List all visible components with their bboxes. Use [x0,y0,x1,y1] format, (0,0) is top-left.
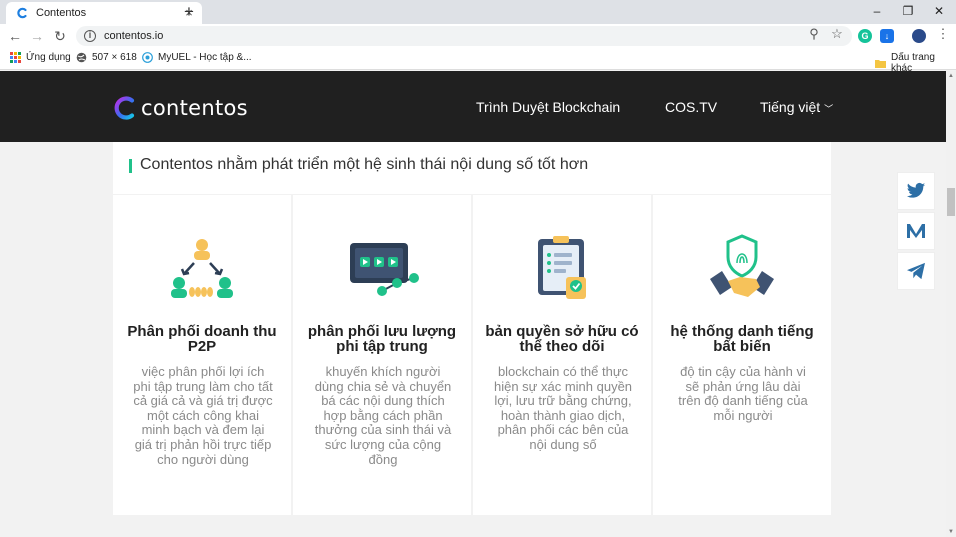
menu-kebab-icon[interactable]: ⋮ [935,27,951,41]
nav-costv[interactable]: COS.TV [665,99,717,115]
minimize-icon[interactable]: – [864,2,890,20]
bookmark-label: Ứng dụng [26,52,71,63]
card-description: độ tin cậy của hành vi sẽ phản ứng lâu d… [678,364,808,423]
address-bar[interactable]: i contentos.io [76,26,852,46]
contentos-logo-icon [114,96,135,120]
card-description: blockchain có thể thực hiện sự xác minh … [493,364,633,452]
nav-blockchain-browser[interactable]: Trình Duyệt Blockchain [476,99,620,115]
zoom-icon[interactable]: ⚲ [806,27,822,41]
reputation-handshake-icon [710,234,774,297]
bookmarks-bar: Ứng dụng 507 × 618 MyUEL - Học tập &... … [0,48,956,74]
bookmark-label: MyUEL - Học tập &... [158,52,252,63]
browser-toolbar: ← → ↻ i contentos.io ⚲ ☆ G ↓ ⋮ [0,24,956,48]
accent-bar [129,159,132,173]
contentos-favicon-icon [16,7,28,19]
back-icon[interactable]: ← [6,27,24,45]
site-header: contentos Trình Duyệt Blockchain COS.TV … [0,71,946,142]
close-window-icon[interactable]: ✕ [926,2,952,20]
page-scrollbar[interactable]: ▲ ▼ [946,71,956,537]
traffic-distribution-icon [350,243,419,296]
language-label: Tiếng việt [760,99,821,115]
tab-title: Contentos [36,7,87,19]
share-telegram-button[interactable] [897,252,935,290]
mission-text: Contentos nhằm phát triển một hệ sinh th… [140,156,589,173]
folder-icon [875,58,886,69]
browser-tab[interactable]: Contentos × [6,2,202,24]
restore-icon[interactable]: ❐ [895,2,921,20]
bookmark-apps[interactable]: Ứng dụng [10,52,71,63]
feature-card: bản quyền sở hữu có thể theo dõi blockch… [473,195,651,515]
profile-avatar-icon[interactable] [912,29,926,43]
bookmark-star-icon[interactable]: ☆ [829,27,845,41]
feature-card: Phân phối doanh thu P2P việc phân phối l… [113,195,291,515]
brand-name: contentos [141,96,248,120]
feature-card: phân phối lưu lượng phi tập trung khuyến… [293,195,471,515]
bookmark-myuel[interactable]: MyUEL - Học tập &... [142,52,252,63]
apps-grid-icon [10,52,21,63]
mission-banner: Contentos nhằm phát triển một hệ sinh th… [113,142,831,194]
nav-language-select[interactable]: Tiếng việt ﹀ [760,99,833,115]
scroll-up-icon[interactable]: ▲ [947,71,955,81]
share-twitter-button[interactable] [897,172,935,210]
web-page: contentos Trình Duyệt Blockchain COS.TV … [0,71,946,537]
card-title: hệ thống danh tiếng bất biến [670,323,814,355]
grammarly-icon[interactable]: G [858,29,872,43]
browser-tab-strip: Contentos × + – ❐ ✕ [0,0,956,24]
card-title: Phân phối doanh thu P2P [127,323,277,355]
download-extension-icon[interactable]: ↓ [880,29,894,43]
globe-icon [76,52,87,63]
card-description: khuyến khích người dùng chia sẻ và chuyể… [314,364,452,467]
p2p-revenue-icon [171,239,233,298]
bookmark-size[interactable]: 507 × 618 [76,52,137,63]
site-info-icon[interactable]: i [84,30,96,42]
twitter-icon [906,182,926,198]
card-title: phân phối lưu lượng phi tập trung [307,323,457,355]
feature-cards: Phân phối doanh thu P2P việc phân phối l… [113,195,831,515]
card-description: việc phân phối lợi ích phi tập trung làm… [133,364,273,467]
medium-icon [907,224,925,238]
forward-icon[interactable]: → [28,27,46,45]
new-tab-icon[interactable]: + [180,3,198,21]
telegram-icon [907,262,925,280]
chevron-down-icon: ﹀ [824,104,834,114]
card-title: bản quyền sở hữu có thể theo dõi [485,323,639,355]
url-text: contentos.io [104,30,164,42]
feature-card: hệ thống danh tiếng bất biến độ tin cậy … [653,195,831,515]
reload-icon[interactable]: ↻ [51,27,69,45]
scroll-down-icon[interactable]: ▼ [947,527,955,537]
scroll-thumb[interactable] [947,188,955,216]
contentos-logo[interactable]: contentos [113,95,248,121]
copyright-clipboard-icon [538,236,586,299]
myuel-icon [142,52,153,63]
share-medium-button[interactable] [897,212,935,250]
bookmark-label: 507 × 618 [92,52,137,63]
